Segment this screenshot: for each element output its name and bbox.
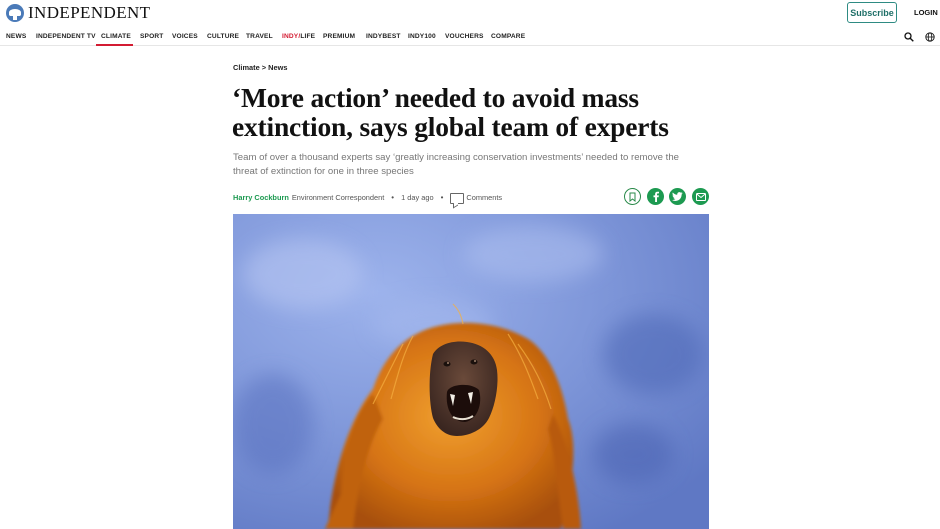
nav-life-suffix: LIFE <box>300 33 316 40</box>
nav-item-compare[interactable]: COMPARE <box>491 33 525 40</box>
nav-item-indybest[interactable]: INDYBEST <box>366 33 401 40</box>
byline: Harry Cockburn Environment Correspondent… <box>233 190 502 204</box>
globe-icon[interactable] <box>925 32 935 42</box>
nav-item-culture[interactable]: CULTURE <box>207 33 239 40</box>
nav-item-premium[interactable]: PREMIUM <box>323 33 355 40</box>
article-headline: ‘More action’ needed to avoid mass extin… <box>232 82 669 142</box>
nav-item-climate[interactable]: CLIMATE <box>101 33 131 40</box>
author-name[interactable]: Harry Cockburn <box>233 193 289 202</box>
nav-item-indy-life[interactable]: INDY/LIFE <box>282 33 315 40</box>
author-role: Environment Correspondent <box>291 192 385 202</box>
twitter-icon <box>672 192 683 201</box>
twitter-share-button[interactable] <box>669 188 686 205</box>
comments-link[interactable]: Comments <box>466 193 502 202</box>
tamarin-photo <box>233 214 709 529</box>
nav-item-news[interactable]: NEWS <box>6 33 26 40</box>
nav-indy-prefix: INDY/ <box>282 33 301 40</box>
bookmark-button[interactable] <box>624 188 641 205</box>
nav-item-travel[interactable]: TRAVEL <box>246 33 273 40</box>
login-link[interactable]: LOGIN <box>914 8 938 17</box>
nav-item-voices[interactable]: VOICES <box>172 33 198 40</box>
eagle-logo-icon <box>6 4 24 22</box>
byline-separator: • <box>440 192 444 202</box>
article-standfirst: Team of over a thousand experts say ‘gre… <box>233 152 679 177</box>
site-logo[interactable]: INDEPENDENT <box>6 3 150 23</box>
nav-item-sport[interactable]: SPORT <box>140 33 163 40</box>
nav-item-indy100[interactable]: INDY100 <box>408 33 436 40</box>
subscribe-button[interactable]: Subscribe <box>847 2 897 23</box>
nav-active-indicator <box>96 44 133 46</box>
logo-text: INDEPENDENT <box>28 3 151 22</box>
email-icon <box>695 192 706 201</box>
comment-icon[interactable] <box>450 192 465 204</box>
site-header: INDEPENDENT Subscribe LOGIN <box>0 0 940 26</box>
bookmark-icon <box>629 192 636 202</box>
search-icon[interactable] <box>904 32 914 42</box>
article-hero-image <box>233 214 709 529</box>
publish-time: 1 day ago <box>401 192 434 202</box>
nav-item-vouchers[interactable]: VOUCHERS <box>445 33 484 40</box>
breadcrumb[interactable]: Climate > News <box>233 63 287 72</box>
facebook-share-button[interactable] <box>647 188 664 205</box>
email-share-button[interactable] <box>692 188 709 205</box>
nav-item-independent-tv[interactable]: INDEPENDENT TV <box>36 33 96 40</box>
main-nav: NEWS INDEPENDENT TV CLIMATE SPORT VOICES… <box>0 28 940 46</box>
facebook-icon <box>653 191 659 202</box>
byline-separator: • <box>391 192 395 202</box>
